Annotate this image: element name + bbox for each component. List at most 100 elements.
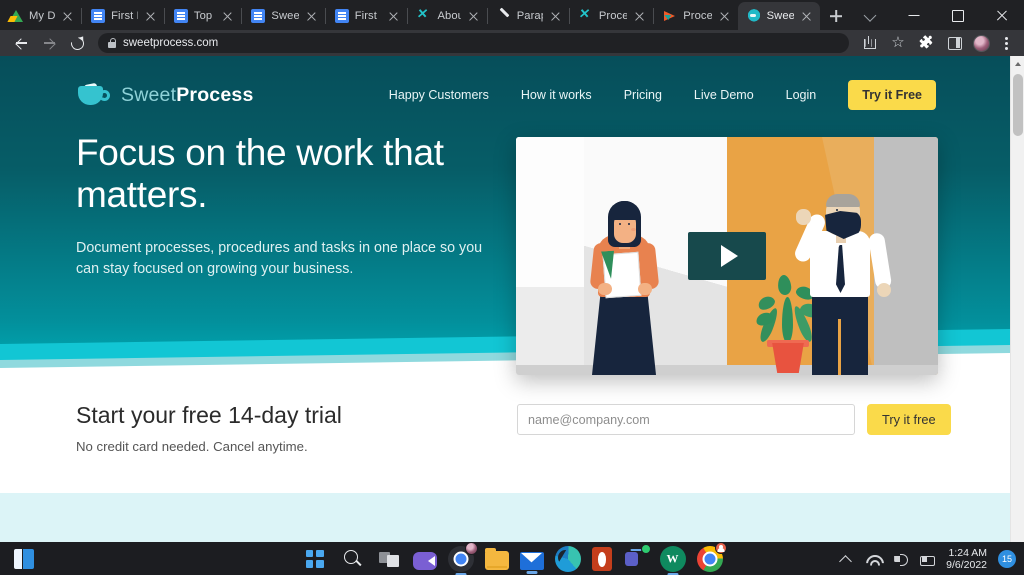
windows-taskbar: 1:24 AM 9/6/2022 15 bbox=[0, 541, 1024, 575]
office-icon[interactable] bbox=[591, 546, 612, 571]
nav-item-pricing[interactable]: Pricing bbox=[624, 88, 662, 102]
notification-badge[interactable]: 15 bbox=[998, 549, 1016, 568]
windows-start-icon[interactable] bbox=[302, 546, 328, 572]
hero-copy: Focus on the work that matters. Document… bbox=[76, 132, 496, 279]
tab-strip: My Dri First D Top 9 Sweetl First D bbox=[0, 0, 1024, 30]
page-scrollbar[interactable] bbox=[1010, 56, 1024, 575]
logo-text: SweetProcess bbox=[121, 84, 254, 107]
tab-close-icon[interactable] bbox=[800, 9, 814, 23]
tab-close-icon[interactable] bbox=[387, 9, 401, 23]
chrome-profile-icon[interactable] bbox=[696, 541, 727, 572]
tab-close-icon[interactable] bbox=[305, 9, 319, 23]
new-tab-button[interactable] bbox=[824, 3, 848, 29]
tab-close-icon[interactable] bbox=[467, 9, 481, 23]
browser-tab[interactable]: Sweetl bbox=[242, 2, 324, 30]
tab-title: Sweetl bbox=[271, 10, 299, 22]
mail-icon[interactable] bbox=[519, 551, 544, 570]
nav-item-happy-customers[interactable]: Happy Customers bbox=[389, 88, 489, 102]
nav-item-live-demo[interactable]: Live Demo bbox=[694, 88, 754, 102]
lock-icon bbox=[108, 38, 117, 48]
three-dot-menu-icon[interactable] bbox=[996, 32, 1016, 54]
clock[interactable]: 1:24 AM 9/6/2022 bbox=[946, 547, 987, 571]
site-nav: Happy Customers How it works Pricing Liv… bbox=[389, 80, 936, 110]
edge-icon[interactable] bbox=[554, 545, 581, 572]
tab-close-icon[interactable] bbox=[61, 9, 75, 23]
nav-item-how-it-works[interactable]: How it works bbox=[521, 88, 592, 102]
tab-search-chevron-icon[interactable] bbox=[848, 0, 892, 30]
back-button[interactable] bbox=[8, 32, 34, 54]
play-triangle-icon bbox=[720, 245, 738, 267]
bookmark-star-icon[interactable] bbox=[885, 32, 911, 54]
wifi-icon[interactable] bbox=[865, 551, 881, 567]
minimize-icon[interactable] bbox=[892, 0, 936, 30]
browser-window: My Dri First D Top 9 Sweetl First D bbox=[0, 0, 1024, 575]
play-button[interactable] bbox=[688, 232, 766, 280]
tab-title: About bbox=[437, 10, 460, 22]
hero-headline: Focus on the work that matters. bbox=[76, 132, 444, 216]
side-panel-icon[interactable] bbox=[941, 32, 967, 54]
teams-icon[interactable] bbox=[623, 543, 651, 572]
browser-tab[interactable]: Proces bbox=[654, 2, 737, 30]
google-docs-icon bbox=[251, 9, 266, 23]
trial-signup-form: name@company.com Try it free bbox=[517, 404, 951, 435]
logo-text-sweet: Sweet bbox=[121, 83, 177, 106]
tab-close-icon[interactable] bbox=[633, 9, 647, 23]
browser-tab[interactable]: About bbox=[408, 2, 486, 30]
maximize-icon[interactable] bbox=[936, 0, 980, 30]
tab-title: My Dri bbox=[29, 10, 56, 22]
show-hidden-icons[interactable] bbox=[838, 551, 854, 567]
trial-section: Start your free 14-day trial No credit c… bbox=[0, 386, 1010, 493]
browser-tab[interactable]: First D bbox=[326, 2, 408, 30]
profile-avatar[interactable] bbox=[973, 34, 990, 52]
browser-tab-active[interactable]: Sweetf bbox=[737, 2, 821, 30]
tab-title: Proces bbox=[683, 10, 712, 22]
browser-tab[interactable]: Proces bbox=[570, 2, 653, 30]
task-view-icon[interactable] bbox=[376, 546, 402, 572]
volume-icon[interactable] bbox=[892, 551, 909, 567]
tab-close-icon[interactable] bbox=[221, 9, 235, 23]
trial-submit-button[interactable]: Try it free bbox=[867, 404, 951, 435]
coffee-cup-icon bbox=[78, 82, 112, 108]
forward-button[interactable] bbox=[36, 32, 62, 54]
rocket-icon bbox=[663, 9, 677, 23]
video-meet-icon[interactable] bbox=[412, 551, 437, 570]
try-it-free-button[interactable]: Try it Free bbox=[848, 80, 936, 110]
tab-title: First D bbox=[111, 10, 138, 22]
google-docs-icon bbox=[173, 9, 188, 23]
browser-tab[interactable]: Top 9 bbox=[165, 2, 242, 30]
browser-tab[interactable]: Parapl bbox=[488, 2, 569, 30]
sweetprocess-cup-icon bbox=[746, 9, 761, 23]
x-mark-icon bbox=[417, 9, 431, 23]
extensions-icon[interactable] bbox=[913, 32, 939, 54]
pen-icon bbox=[497, 9, 511, 23]
tab-close-icon[interactable] bbox=[144, 9, 158, 23]
scroll-up-arrow-icon[interactable] bbox=[1011, 56, 1024, 70]
search-icon[interactable] bbox=[339, 546, 365, 572]
reload-button[interactable] bbox=[64, 32, 90, 54]
tab-close-icon[interactable] bbox=[718, 9, 732, 23]
share-icon[interactable] bbox=[857, 32, 883, 54]
scrollbar-thumb[interactable] bbox=[1013, 74, 1023, 136]
widgets-icon[interactable] bbox=[14, 548, 34, 569]
tab-title: Sweetf bbox=[766, 10, 795, 22]
google-docs-icon bbox=[91, 9, 106, 23]
hero-video-thumbnail[interactable] bbox=[516, 137, 938, 375]
address-bar[interactable]: sweetprocess.com bbox=[98, 33, 849, 53]
tab-close-icon[interactable] bbox=[549, 9, 563, 23]
close-icon[interactable] bbox=[980, 0, 1024, 30]
battery-icon[interactable] bbox=[919, 551, 936, 567]
browser-tab[interactable]: My Dri bbox=[0, 2, 81, 30]
chrome-icon[interactable] bbox=[447, 541, 478, 572]
email-input[interactable]: name@company.com bbox=[517, 404, 855, 435]
clock-date: 9/6/2022 bbox=[946, 558, 987, 571]
trial-heading: Start your free 14-day trial bbox=[76, 402, 342, 428]
tab-title: First D bbox=[354, 10, 382, 22]
wps-writer-icon[interactable] bbox=[659, 545, 686, 572]
tab-title: Proces bbox=[598, 10, 628, 22]
browser-tab[interactable]: First D bbox=[82, 2, 164, 30]
nav-item-login[interactable]: Login bbox=[786, 88, 817, 102]
folder-icon[interactable] bbox=[484, 548, 509, 570]
url-text: sweetprocess.com bbox=[123, 37, 219, 49]
google-drive-icon bbox=[9, 9, 23, 23]
site-logo[interactable]: SweetProcess bbox=[78, 82, 254, 108]
